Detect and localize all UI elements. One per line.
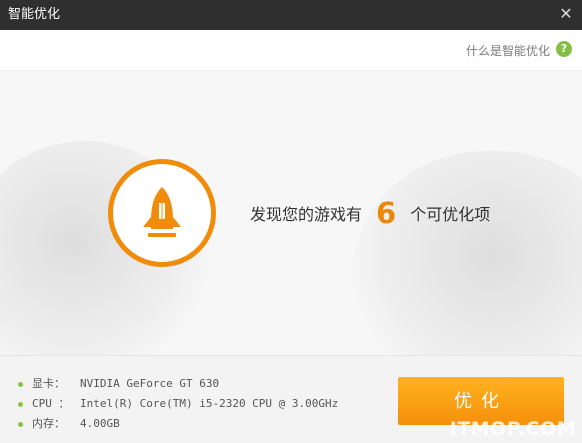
rocket-badge bbox=[108, 159, 216, 267]
green-bullet-icon bbox=[18, 382, 23, 387]
close-icon[interactable]: ✕ bbox=[556, 4, 576, 24]
optimization-summary: 发现您的游戏有 6 个可优化项 bbox=[250, 196, 490, 230]
hero-panel: 发现您的游戏有 6 个可优化项 bbox=[0, 71, 582, 355]
cpu-label: CPU ： bbox=[32, 397, 70, 410]
system-info-list: 显卡： NVIDIA GeForce GT 630 CPU ： Intel(R)… bbox=[18, 375, 358, 435]
window-title: 智能优化 bbox=[8, 7, 61, 22]
system-info-footer: 显卡： NVIDIA GeForce GT 630 CPU ： Intel(R)… bbox=[0, 355, 582, 443]
summary-suffix: 个可优化项 bbox=[410, 205, 491, 224]
gpu-label: 显卡： bbox=[32, 377, 65, 390]
question-circle-icon[interactable]: ? bbox=[556, 41, 572, 57]
memory-label: 内存： bbox=[32, 417, 65, 430]
gpu-row: 显卡： NVIDIA GeForce GT 630 bbox=[18, 375, 358, 393]
memory-value: 4.00GB bbox=[80, 417, 120, 430]
memory-row: 内存： 4.00GB bbox=[18, 415, 358, 433]
watermark: ITMOP.COM bbox=[449, 418, 576, 440]
gpu-value: NVIDIA GeForce GT 630 bbox=[80, 377, 220, 390]
title-bar: 智能优化 ✕ bbox=[0, 0, 582, 30]
summary-prefix: 发现您的游戏有 bbox=[250, 205, 363, 224]
help-link[interactable]: 什么是智能优化 bbox=[466, 42, 550, 59]
cpu-value: Intel(R) Core(TM) i5-2320 CPU @ 3.00GHz bbox=[80, 397, 339, 410]
cpu-row: CPU ： Intel(R) Core(TM) i5-2320 CPU @ 3.… bbox=[18, 395, 358, 413]
optimization-count: 6 bbox=[376, 196, 397, 230]
rocket-icon bbox=[143, 187, 181, 237]
help-bar: 什么是智能优化 ? bbox=[0, 30, 582, 71]
optimizer-window: 智能优化 ✕ 什么是智能优化 ? 发现您的游戏有 6 个可优化项 显卡： NVI… bbox=[0, 0, 582, 443]
green-bullet-icon bbox=[18, 402, 23, 407]
green-bullet-icon bbox=[18, 422, 23, 427]
